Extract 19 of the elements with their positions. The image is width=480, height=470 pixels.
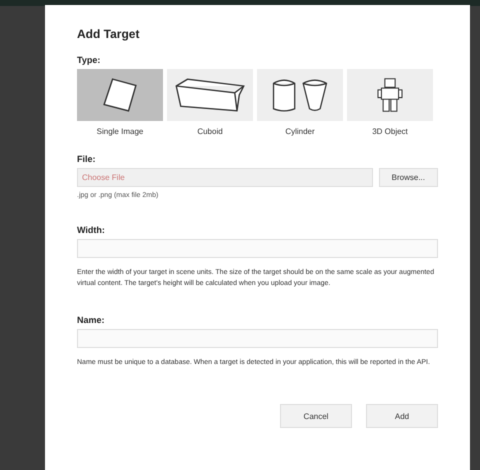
target-type-tile[interactable]: 3D Object [347,69,433,136]
cancel-button[interactable]: Cancel [280,404,352,428]
browse-button[interactable]: Browse... [378,168,438,187]
name-field[interactable] [77,329,438,348]
field-label: Name: [77,315,106,325]
target-type-tile[interactable]: Cylinder [257,69,343,136]
robot-figure-icon [347,69,433,121]
field-label: File: [77,154,97,164]
width-field[interactable] [77,239,438,258]
dialog-title: Add Target [77,27,140,41]
cylinders-icon [257,69,343,121]
add-button[interactable]: Add [366,404,438,428]
field-label: Type: [77,55,102,65]
tilted-square-icon [77,69,163,121]
box-icon [167,69,253,121]
target-type-tile[interactable]: Cuboid [167,69,253,136]
field-label: Width: [77,225,106,235]
target-type-tile[interactable]: Single Image [77,69,163,136]
file-field[interactable]: Choose File [77,168,373,187]
